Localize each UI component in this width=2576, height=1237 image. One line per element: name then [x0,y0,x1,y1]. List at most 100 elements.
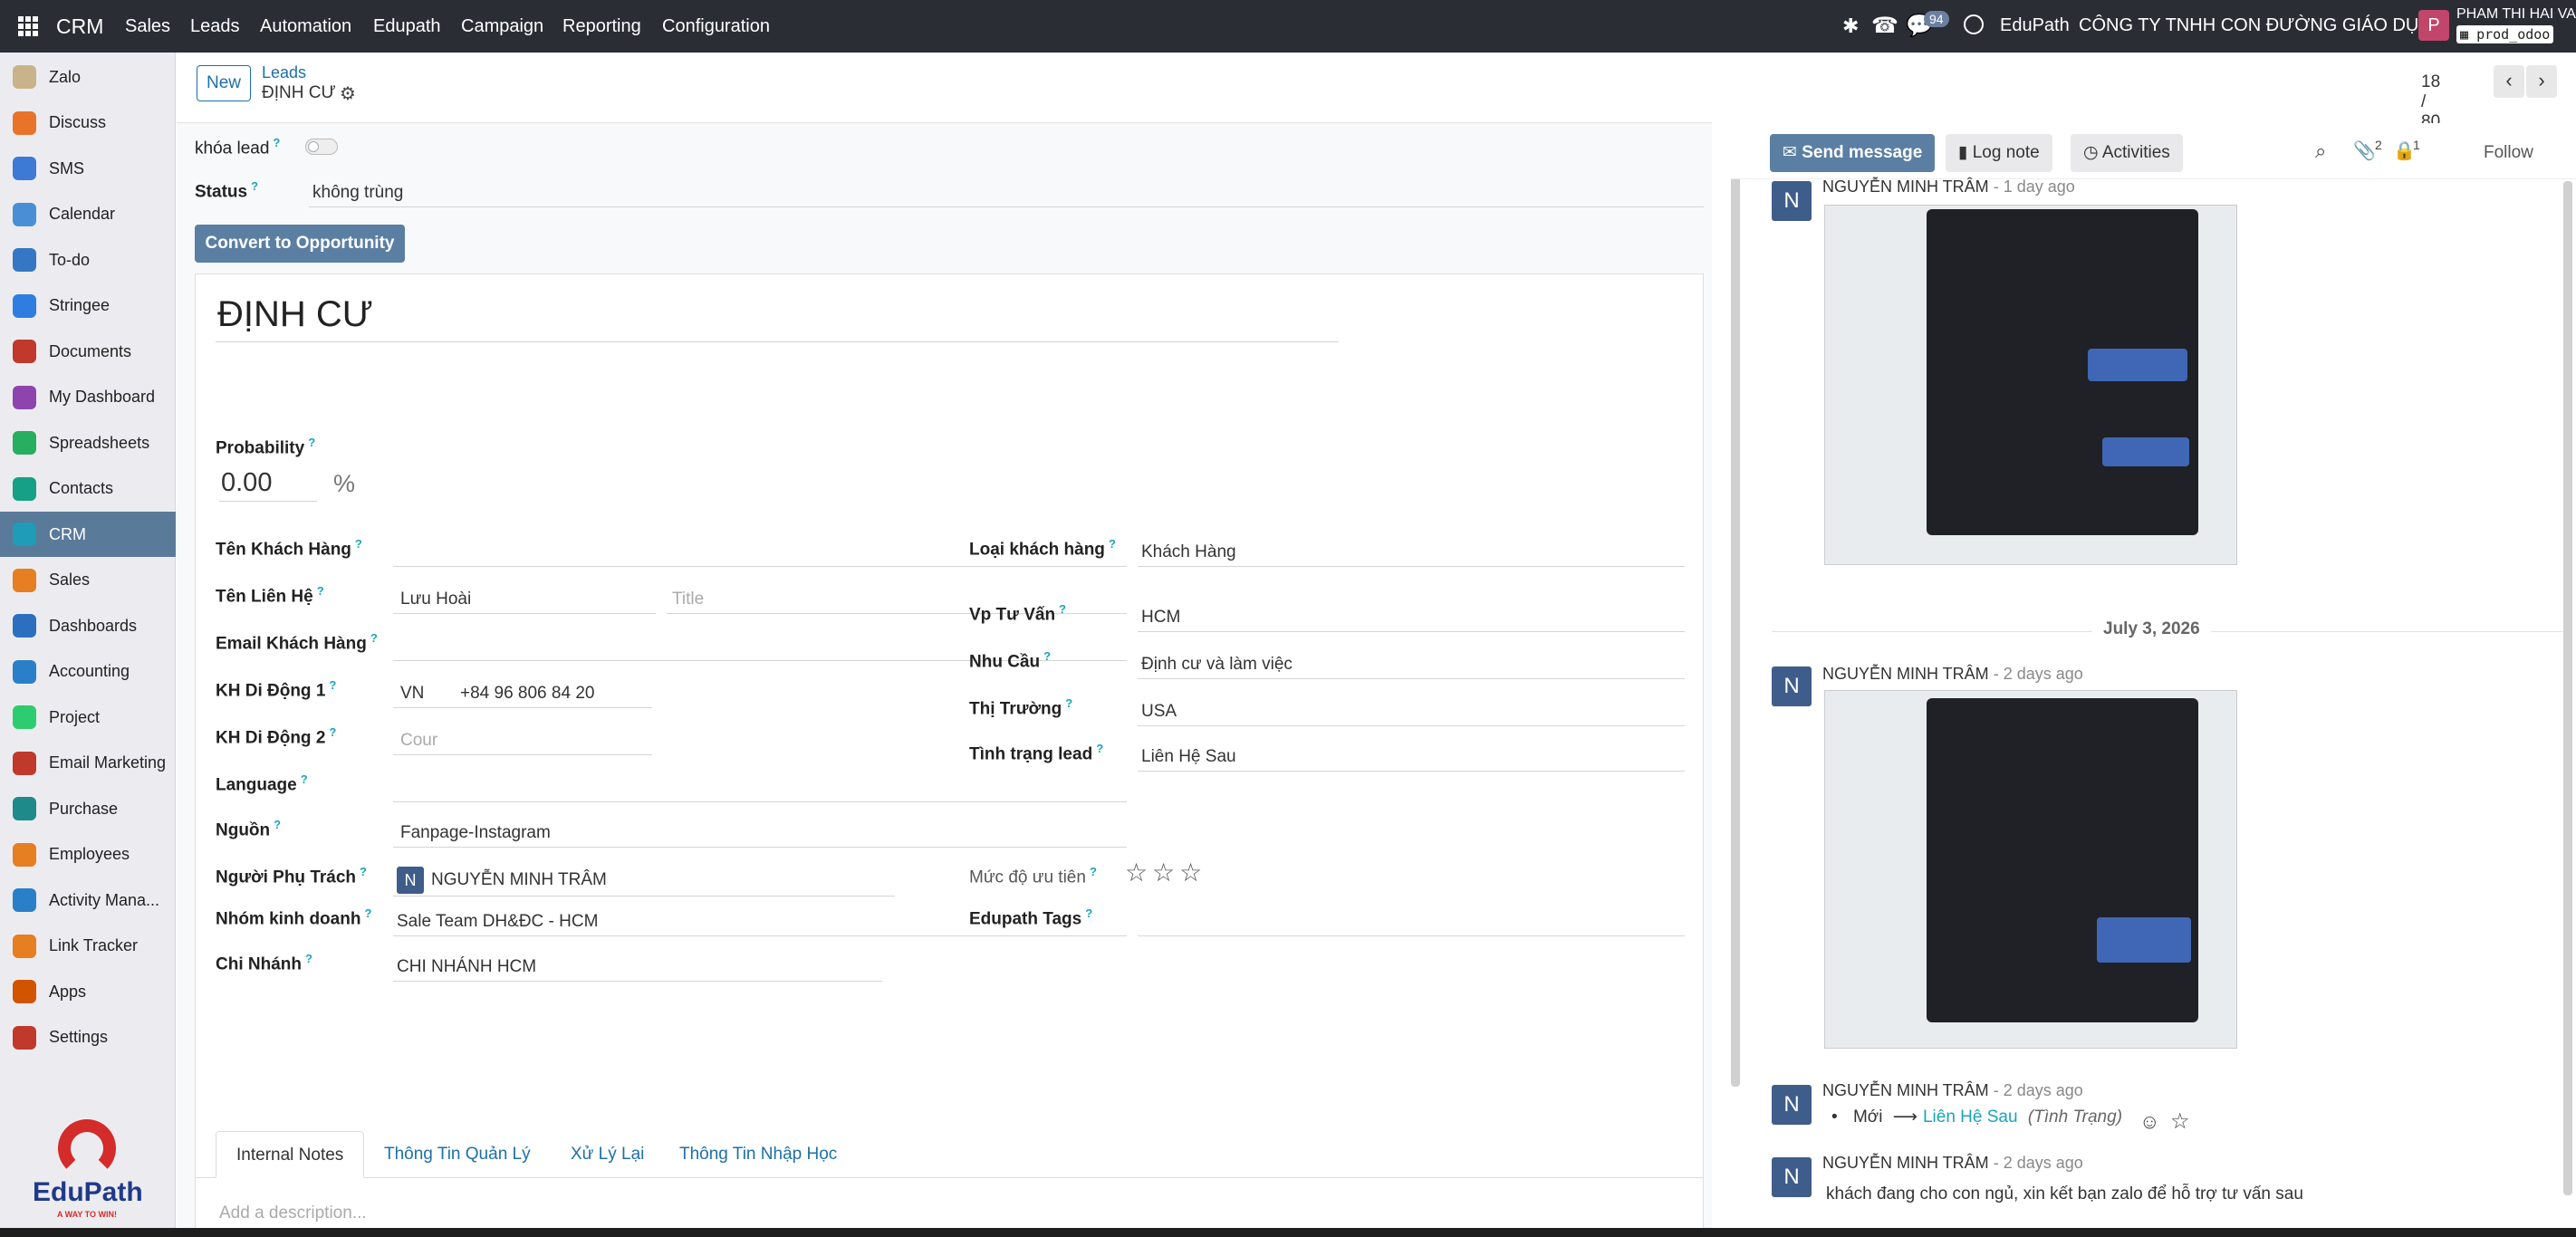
branch-value[interactable]: CHI NHÁNH HCM [397,957,536,977]
sidebar-item-zalo[interactable]: Zalo [0,54,176,100]
envelope-icon: ✉ [1783,143,1802,162]
app-icon [13,751,36,775]
menu-sales[interactable]: Sales [125,0,170,53]
attachment-image[interactable] [1824,690,2237,1049]
sidebar-item-contacts[interactable]: Contacts [0,466,176,512]
customer-type-label: Loại khách hàng? [969,537,1116,560]
phone-icon[interactable]: ☎ [1871,13,1898,39]
customer-type-value[interactable]: Khách Hàng [1141,542,1236,562]
new-button[interactable]: New [197,65,251,101]
record-title[interactable]: ĐỊNH CƯ [217,294,373,335]
app-grid-icon[interactable] [18,16,38,36]
sidebar-item-sms[interactable]: SMS [0,146,176,191]
source-value[interactable]: Fanpage-Instagram [400,823,551,843]
company-short[interactable]: EduPath [2000,15,2070,36]
sidebar-item-link-tracker[interactable]: Link Tracker [0,924,176,969]
probability-value[interactable]: 0.00 [221,468,272,498]
menu-leads[interactable]: Leads [190,0,240,53]
source-underline [393,847,1127,848]
form-scrollbar[interactable] [1731,130,1740,1087]
search-icon[interactable]: ⌕ [2315,139,2326,163]
sidebar-item-documents[interactable]: Documents [0,329,176,374]
log-note-button[interactable]: ▮ Log note [1946,134,2052,172]
priority-star-2[interactable]: ☆ [1152,858,1175,887]
sidebar-item-sales[interactable]: Sales [0,558,176,603]
sidebar-item-crm[interactable]: CRM [0,512,176,557]
tab-management-info[interactable]: Thông Tin Quản Lý [384,1131,531,1178]
company-name[interactable]: CÔNG TY TNHH CON ĐƯỜNG GIÁO DỤC [2079,15,2432,36]
author-name[interactable]: NGUYỄN MINH TRÂM [1822,665,1989,683]
sidebar-item-employees[interactable]: Employees [0,832,176,877]
sidebar-item-calendar[interactable]: Calendar [0,192,176,237]
tags-field[interactable] [1138,935,1685,936]
email-label: Email Khách Hàng? [216,631,378,654]
sidebar-item-project[interactable]: Project [0,695,176,740]
priority-star-1[interactable]: ☆ [1125,858,1148,887]
mobile2-country-input[interactable]: Cour [400,731,437,751]
user-name[interactable]: PHAM THI HAI VA [2456,6,2576,23]
user-avatar[interactable]: P [2418,10,2449,41]
sidebar-item-my-dashboard[interactable]: My Dashboard [0,375,176,420]
menu-automation[interactable]: Automation [260,0,351,53]
menu-configuration[interactable]: Configuration [662,0,770,53]
lead-state-value[interactable]: Liên Hệ Sau [1141,747,1236,767]
language-label-text: Language [216,775,297,795]
lock-label-text: khóa lead [195,139,270,158]
sidebar-item-label: Stringee [49,296,111,314]
priority-star-3[interactable]: ☆ [1179,858,1202,887]
language-field[interactable] [393,801,1127,802]
next-record-button[interactable]: › [2526,65,2557,98]
status-value[interactable]: không trùng [312,183,403,203]
clock-icon[interactable] [1964,14,1984,34]
lock-toggle[interactable] [305,139,338,155]
menu-reporting[interactable]: Reporting [562,0,641,53]
activities-button[interactable]: ◷ Activities [2071,134,2183,172]
sidebar-item-settings[interactable]: Settings [0,1015,176,1060]
breadcrumb-leads[interactable]: Leads [262,63,306,82]
menu-edupath[interactable]: Edupath [373,0,441,53]
sidebar-item-purchase[interactable]: Purchase [0,786,176,831]
contact-name-value[interactable]: Lưu Hoài [400,590,471,609]
star-icon[interactable]: ☆ [2170,1108,2190,1135]
sidebar-item-email-marketing[interactable]: Email Marketing [0,741,176,786]
sidebar-item-accounting[interactable]: Accounting [0,649,176,695]
bug-icon[interactable]: ✱ [1842,14,1859,38]
mobile1-value[interactable]: +84 96 806 84 20 [460,684,594,704]
follow-button[interactable]: Follow [2484,143,2533,163]
tab-reprocess[interactable]: Xử Lý Lại [571,1131,644,1178]
contact-title-input[interactable]: Title [672,590,704,609]
mobile1-country[interactable]: VN [400,684,424,704]
attachment-icon[interactable]: 📎 [2353,139,2376,162]
sidebar-item-activity-mana[interactable]: Activity Mana... [0,877,176,923]
attachment-image[interactable] [1824,205,2237,565]
author-name[interactable]: NGUYỄN MINH TRÂM [1822,177,1989,196]
author-name[interactable]: NGUYỄN MINH TRÂM [1822,1154,1989,1172]
gear-icon[interactable]: ⚙ [340,82,356,105]
office-value[interactable]: HCM [1141,608,1180,628]
need-value[interactable]: Định cư và làm việc [1141,655,1293,675]
market-value[interactable]: USA [1141,702,1177,722]
send-message-button[interactable]: ✉ Send message [1770,134,1936,172]
add-reaction-icon[interactable]: ☺ [2139,1110,2159,1134]
tags-label-text: Edupath Tags [969,909,1082,929]
sidebar-item-to-do[interactable]: To-do [0,237,176,283]
author-name[interactable]: NGUYỄN MINH TRÂM [1822,1081,1989,1099]
team-value[interactable]: Sale Team DH&ĐC - HCM [397,912,598,932]
sidebar-item-spreadsheets[interactable]: Spreadsheets [0,420,176,465]
customer-name-field[interactable] [393,566,1127,567]
tab-internal-notes[interactable]: Internal Notes [216,1131,365,1178]
sidebar-item-stringee[interactable]: Stringee [0,283,176,329]
app-name[interactable]: CRM [56,0,103,53]
convert-to-opportunity-button[interactable]: Convert to Opportunity [195,225,405,263]
tab-enrollment-info[interactable]: Thông Tin Nhập Học [679,1131,837,1178]
market-label: Thị Trường? [969,696,1073,719]
description-input[interactable]: Add a description... [219,1203,367,1223]
sidebar-item-dashboards[interactable]: Dashboards [0,603,176,648]
chatter-scrollbar[interactable] [2563,181,2572,1195]
owner-value[interactable]: NGUYỄN MINH TRÂM [431,870,607,890]
sidebar-item-apps[interactable]: Apps [0,969,176,1014]
menu-campaign[interactable]: Campaign [461,0,543,53]
sidebar-item-discuss[interactable]: Discuss [0,101,176,146]
prev-record-button[interactable]: ‹ [2494,65,2524,98]
customer-type-underline [1138,566,1685,567]
